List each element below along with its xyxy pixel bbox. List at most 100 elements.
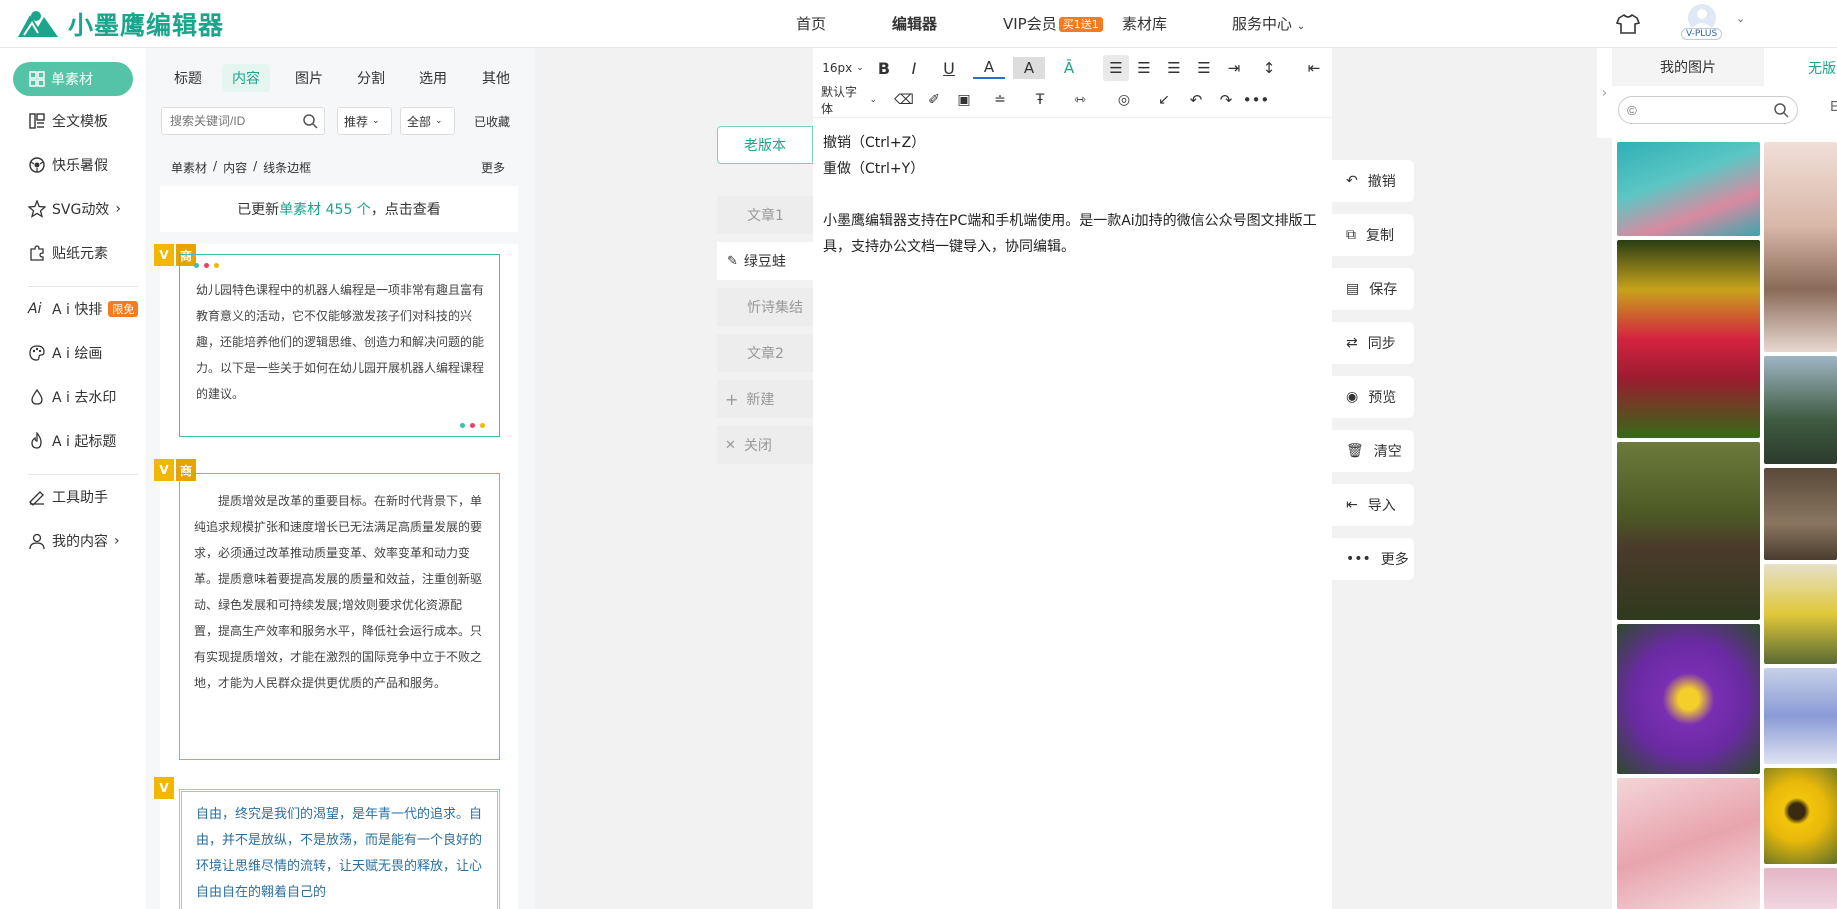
tshirt-icon[interactable] (1616, 13, 1640, 35)
sidebar-item-ai-draw[interactable]: A i 绘画 (28, 343, 102, 363)
chevron-down-icon[interactable]: ⌄ (1736, 12, 1745, 25)
tab-other[interactable]: 其他 (472, 64, 520, 92)
eraser-icon[interactable]: ⌫ (893, 89, 915, 111)
text-effect-icon[interactable]: Ā (1053, 57, 1085, 79)
divider-icon[interactable]: ≐ (983, 89, 1017, 111)
font-color-icon[interactable]: A (973, 57, 1005, 79)
sidebar-item-summer[interactable]: 快乐暑假 (28, 155, 108, 175)
doc-item[interactable]: 文章1 (717, 196, 813, 234)
format-brush-icon[interactable]: ✐ (923, 89, 945, 111)
line-height-icon[interactable]: ↕ (1251, 57, 1287, 79)
scope-select-value: 全部 (407, 114, 432, 129)
sync-button[interactable]: ⇄ 同步 (1332, 322, 1414, 364)
undo-icon[interactable]: ↶ (1185, 89, 1207, 111)
copy-button[interactable]: ⧉ 复制 (1332, 214, 1414, 256)
old-version-button[interactable]: 老版本 (717, 126, 813, 164)
more-button[interactable]: ••• 更多 (1332, 538, 1414, 580)
nav-service[interactable]: 服务中心 ⌄ (1232, 13, 1305, 34)
update-notice[interactable]: 已更新 单素材 455 个，点击查看 (160, 186, 518, 232)
avatar[interactable]: V-PLUS (1680, 2, 1724, 42)
image-thumbnail[interactable] (1764, 868, 1837, 909)
drop-icon (31, 388, 43, 405)
editor-content[interactable]: 撤销（Ctrl+Z） 重做（Ctrl+Y） 小墨鹰编辑器支持在PC端和手机端使用… (823, 130, 1323, 260)
italic-icon[interactable]: I (903, 57, 925, 79)
tab-divider[interactable]: 分割 (347, 64, 395, 92)
import-button[interactable]: ⇤ 导入 (1332, 484, 1414, 526)
nav-materials[interactable]: 素材库 (1122, 13, 1167, 34)
saved-filter[interactable]: 已收藏 (474, 113, 510, 130)
tab-select[interactable]: 选用 (409, 64, 457, 92)
doc-item[interactable]: 文章2 (717, 334, 813, 372)
doc-item[interactable]: 忻诗集结 (717, 288, 813, 326)
sidebar-item-my-content[interactable]: 我的内容 › (28, 531, 120, 551)
tab-content[interactable]: 内容 (222, 64, 270, 92)
arrow-icon[interactable]: ↙ (1149, 89, 1179, 111)
sort-select[interactable]: 推荐 ⌄ (337, 107, 392, 135)
image-thumbnail[interactable] (1764, 468, 1837, 560)
more-link[interactable]: 更多 (481, 159, 505, 176)
image-thumbnail[interactable] (1617, 442, 1760, 620)
image-thumbnail[interactable] (1617, 240, 1760, 438)
align-left-icon[interactable]: ☰ (1103, 55, 1129, 81)
exit-icon[interactable]: ⇤ (1303, 57, 1325, 79)
image-thumbnail[interactable] (1764, 564, 1837, 664)
align-center-icon[interactable]: ☰ (1131, 57, 1157, 79)
preview-button[interactable]: ◉ 预览 (1332, 376, 1414, 418)
spacing-icon[interactable]: ⇿ (1063, 89, 1097, 111)
search-icon[interactable] (302, 113, 318, 129)
logo[interactable]: 小墨鹰编辑器 (14, 6, 224, 42)
redo-icon[interactable]: ↷ (1215, 89, 1237, 111)
clear-button[interactable]: 🗑 清空 (1332, 430, 1414, 472)
image-thumbnail[interactable] (1764, 356, 1837, 464)
doc-item-active[interactable]: ✎ 绿豆蛙 (717, 242, 813, 280)
undo-button[interactable]: ↶ 撤销 (1332, 160, 1414, 202)
highlight-icon[interactable]: A (1013, 57, 1045, 79)
material-card[interactable]: V 商 提质增效是改革的重要目标。在新时代背景下，单纯追求规模扩张和速度增长已无… (154, 459, 518, 811)
image-icon[interactable]: ▣ (953, 89, 975, 111)
tab-image[interactable]: 图片 (285, 64, 333, 92)
nav-vip[interactable]: VIP会员 买1送1 (1003, 13, 1103, 34)
image-thumbnail[interactable] (1764, 142, 1837, 352)
tab-my-images[interactable]: 我的图片 (1612, 48, 1764, 86)
strikethrough-icon[interactable]: Ŧ (1023, 89, 1057, 111)
material-card[interactable]: V 自由，终究是我们的渴望，是年青一代的追求。自由，并不是放纵，不是放荡，而是能… (154, 777, 518, 909)
search-icon[interactable] (1773, 102, 1789, 118)
bulb-icon[interactable]: ◎ (1109, 89, 1139, 111)
sidebar-item-ai-watermark[interactable]: A i 去水印 (28, 387, 116, 407)
sidebar-item-ai-title[interactable]: A i 起标题 (28, 431, 116, 451)
sidebar-item-ai-layout[interactable]: Ai A i 快排 限免 (28, 299, 139, 319)
sidebar-item-stickers[interactable]: 贴纸元素 (28, 243, 108, 263)
font-size-select[interactable]: 16px ⌄ (821, 57, 865, 79)
image-thumbnail[interactable] (1617, 142, 1760, 236)
tab-title[interactable]: 标题 (164, 64, 212, 92)
breadcrumb-item[interactable]: 单素材 (171, 159, 207, 176)
align-justify-icon[interactable]: ☰ (1191, 57, 1217, 79)
save-button[interactable]: ▤ 保存 (1332, 268, 1414, 310)
search-input[interactable] (162, 108, 292, 134)
new-doc-button[interactable]: + 新建 (717, 380, 813, 418)
image-thumbnail[interactable] (1617, 778, 1760, 909)
nav-editor[interactable]: 编辑器 (892, 13, 937, 34)
breadcrumb-item[interactable]: 内容 (223, 159, 247, 176)
close-doc-button[interactable]: ✕ 关闭 (717, 426, 813, 464)
image-thumbnail[interactable] (1617, 624, 1760, 774)
more-icon[interactable]: ••• (1243, 89, 1270, 111)
bold-icon[interactable]: B (873, 57, 895, 79)
collapse-toggle[interactable]: › (1597, 48, 1612, 138)
tab-no-copyright[interactable]: 无版 (1808, 58, 1836, 78)
sidebar-item-svg[interactable]: SVG动效 › (28, 199, 121, 219)
sidebar-item-tools[interactable]: 工具助手 (28, 487, 108, 507)
sidebar-item-templates[interactable]: 全文模板 (28, 111, 108, 131)
image-search-input[interactable] (1619, 97, 1759, 123)
sidebar-item-single-material[interactable]: 单素材 (13, 62, 133, 96)
breadcrumb: 单素材 / 内容 / 线条边框 (171, 159, 312, 176)
underline-icon[interactable]: U (933, 57, 965, 79)
scope-select[interactable]: 全部 ⌄ (400, 107, 455, 135)
image-thumbnail[interactable] (1764, 768, 1837, 864)
image-thumbnail[interactable] (1764, 668, 1837, 764)
indent-icon[interactable]: ⇥ (1221, 57, 1247, 79)
filter-icon[interactable]: E (1830, 100, 1837, 115)
nav-home[interactable]: 首页 (796, 13, 826, 34)
align-right-icon[interactable]: ☰ (1161, 57, 1187, 79)
font-family-select[interactable]: 默认字体 ⌄ (821, 85, 877, 116)
